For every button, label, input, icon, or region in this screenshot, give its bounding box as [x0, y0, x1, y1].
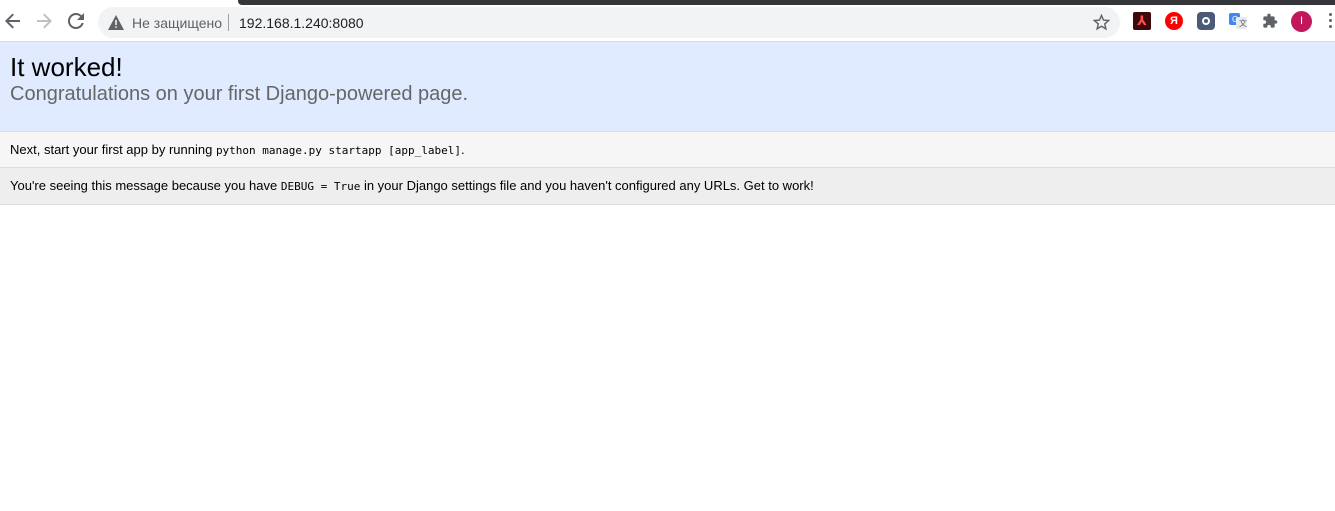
startapp-command: python manage.py startapp [app_label]: [215, 144, 461, 157]
reload-icon: [68, 13, 84, 29]
summary-banner: It worked! Congratulations on your first…: [0, 42, 1335, 132]
instructions-text: Next, start your first app by running: [10, 142, 216, 157]
tab-strip: [238, 0, 1335, 5]
arrow-right-icon: [37, 13, 52, 29]
page-title: It worked!: [10, 52, 123, 82]
divider: [228, 14, 229, 31]
adobe-acrobat-icon[interactable]: ⅄: [1133, 12, 1151, 30]
security-status-label[interactable]: Не защищено: [132, 15, 222, 31]
warning-icon[interactable]: [108, 15, 124, 35]
back-button[interactable]: [1, 9, 25, 33]
yandex-icon[interactable]: Я: [1165, 12, 1183, 30]
browser-toolbar: Не защищено 192.168.1.240:8080 ⅄ Я G文 I: [0, 0, 1335, 42]
svg-text:文: 文: [1239, 18, 1247, 28]
google-translate-icon[interactable]: G文: [1229, 12, 1247, 30]
explanation-text: You're seeing this message because you h…: [10, 178, 281, 193]
instructions-text-end: .: [460, 142, 465, 157]
explanation-text-end: in your Django settings file and you hav…: [360, 178, 814, 193]
explanation-section: You're seeing this message because you h…: [0, 168, 1335, 205]
reload-button[interactable]: [64, 9, 88, 33]
extensions-menu-icon[interactable]: [1261, 12, 1279, 30]
forward-button[interactable]: [32, 9, 56, 33]
page-subtitle: Congratulations on your first Django-pow…: [10, 83, 469, 105]
bookmark-star-icon[interactable]: [1092, 13, 1111, 36]
arrow-left-icon: [5, 13, 20, 29]
page-content: It worked! Congratulations on your first…: [0, 42, 1335, 205]
url-text[interactable]: 192.168.1.240:8080: [239, 15, 364, 31]
browser-menu-icon[interactable]: [1327, 13, 1333, 31]
extension-puzzle-icon[interactable]: [1197, 12, 1215, 30]
debug-setting-code: DEBUG = True: [280, 180, 361, 193]
instructions-section: Next, start your first app by running py…: [0, 132, 1335, 168]
profile-avatar[interactable]: I: [1291, 11, 1312, 32]
svg-text:G: G: [1232, 15, 1238, 24]
address-bar[interactable]: Не защищено 192.168.1.240:8080: [98, 7, 1120, 38]
